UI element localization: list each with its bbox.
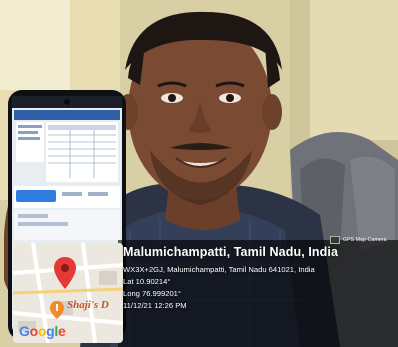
latitude-text: Lat 10.90214°	[123, 277, 171, 287]
brand-label: GPS Map Camera	[343, 237, 387, 243]
map-thumbnail: Shaji's D Google	[13, 243, 123, 343]
gps-map-camera-brand: GPS Map Camera	[330, 236, 387, 244]
location-overlay: Malumichampatti, Tamil Nadu, India WX3X+…	[123, 245, 393, 313]
location-title: Malumichampatti, Tamil Nadu, India	[123, 245, 339, 259]
restaurant-marker-icon	[50, 301, 64, 319]
photo-frame: Shaji's D Google GPS Map Camera Malumich…	[0, 0, 398, 347]
location-address: WX3X+2GJ, Malumichampatti, Tamil Nadu 64…	[123, 265, 315, 274]
google-logo: Google	[19, 323, 66, 339]
map-place-label: Shaji's D	[67, 299, 109, 311]
map-camera-icon	[330, 236, 340, 244]
map-pin-icon	[54, 257, 76, 289]
datetime-text: 11/12/21 12:26 PM	[123, 301, 187, 311]
longitude-text: Long 76.999201°	[123, 289, 181, 299]
